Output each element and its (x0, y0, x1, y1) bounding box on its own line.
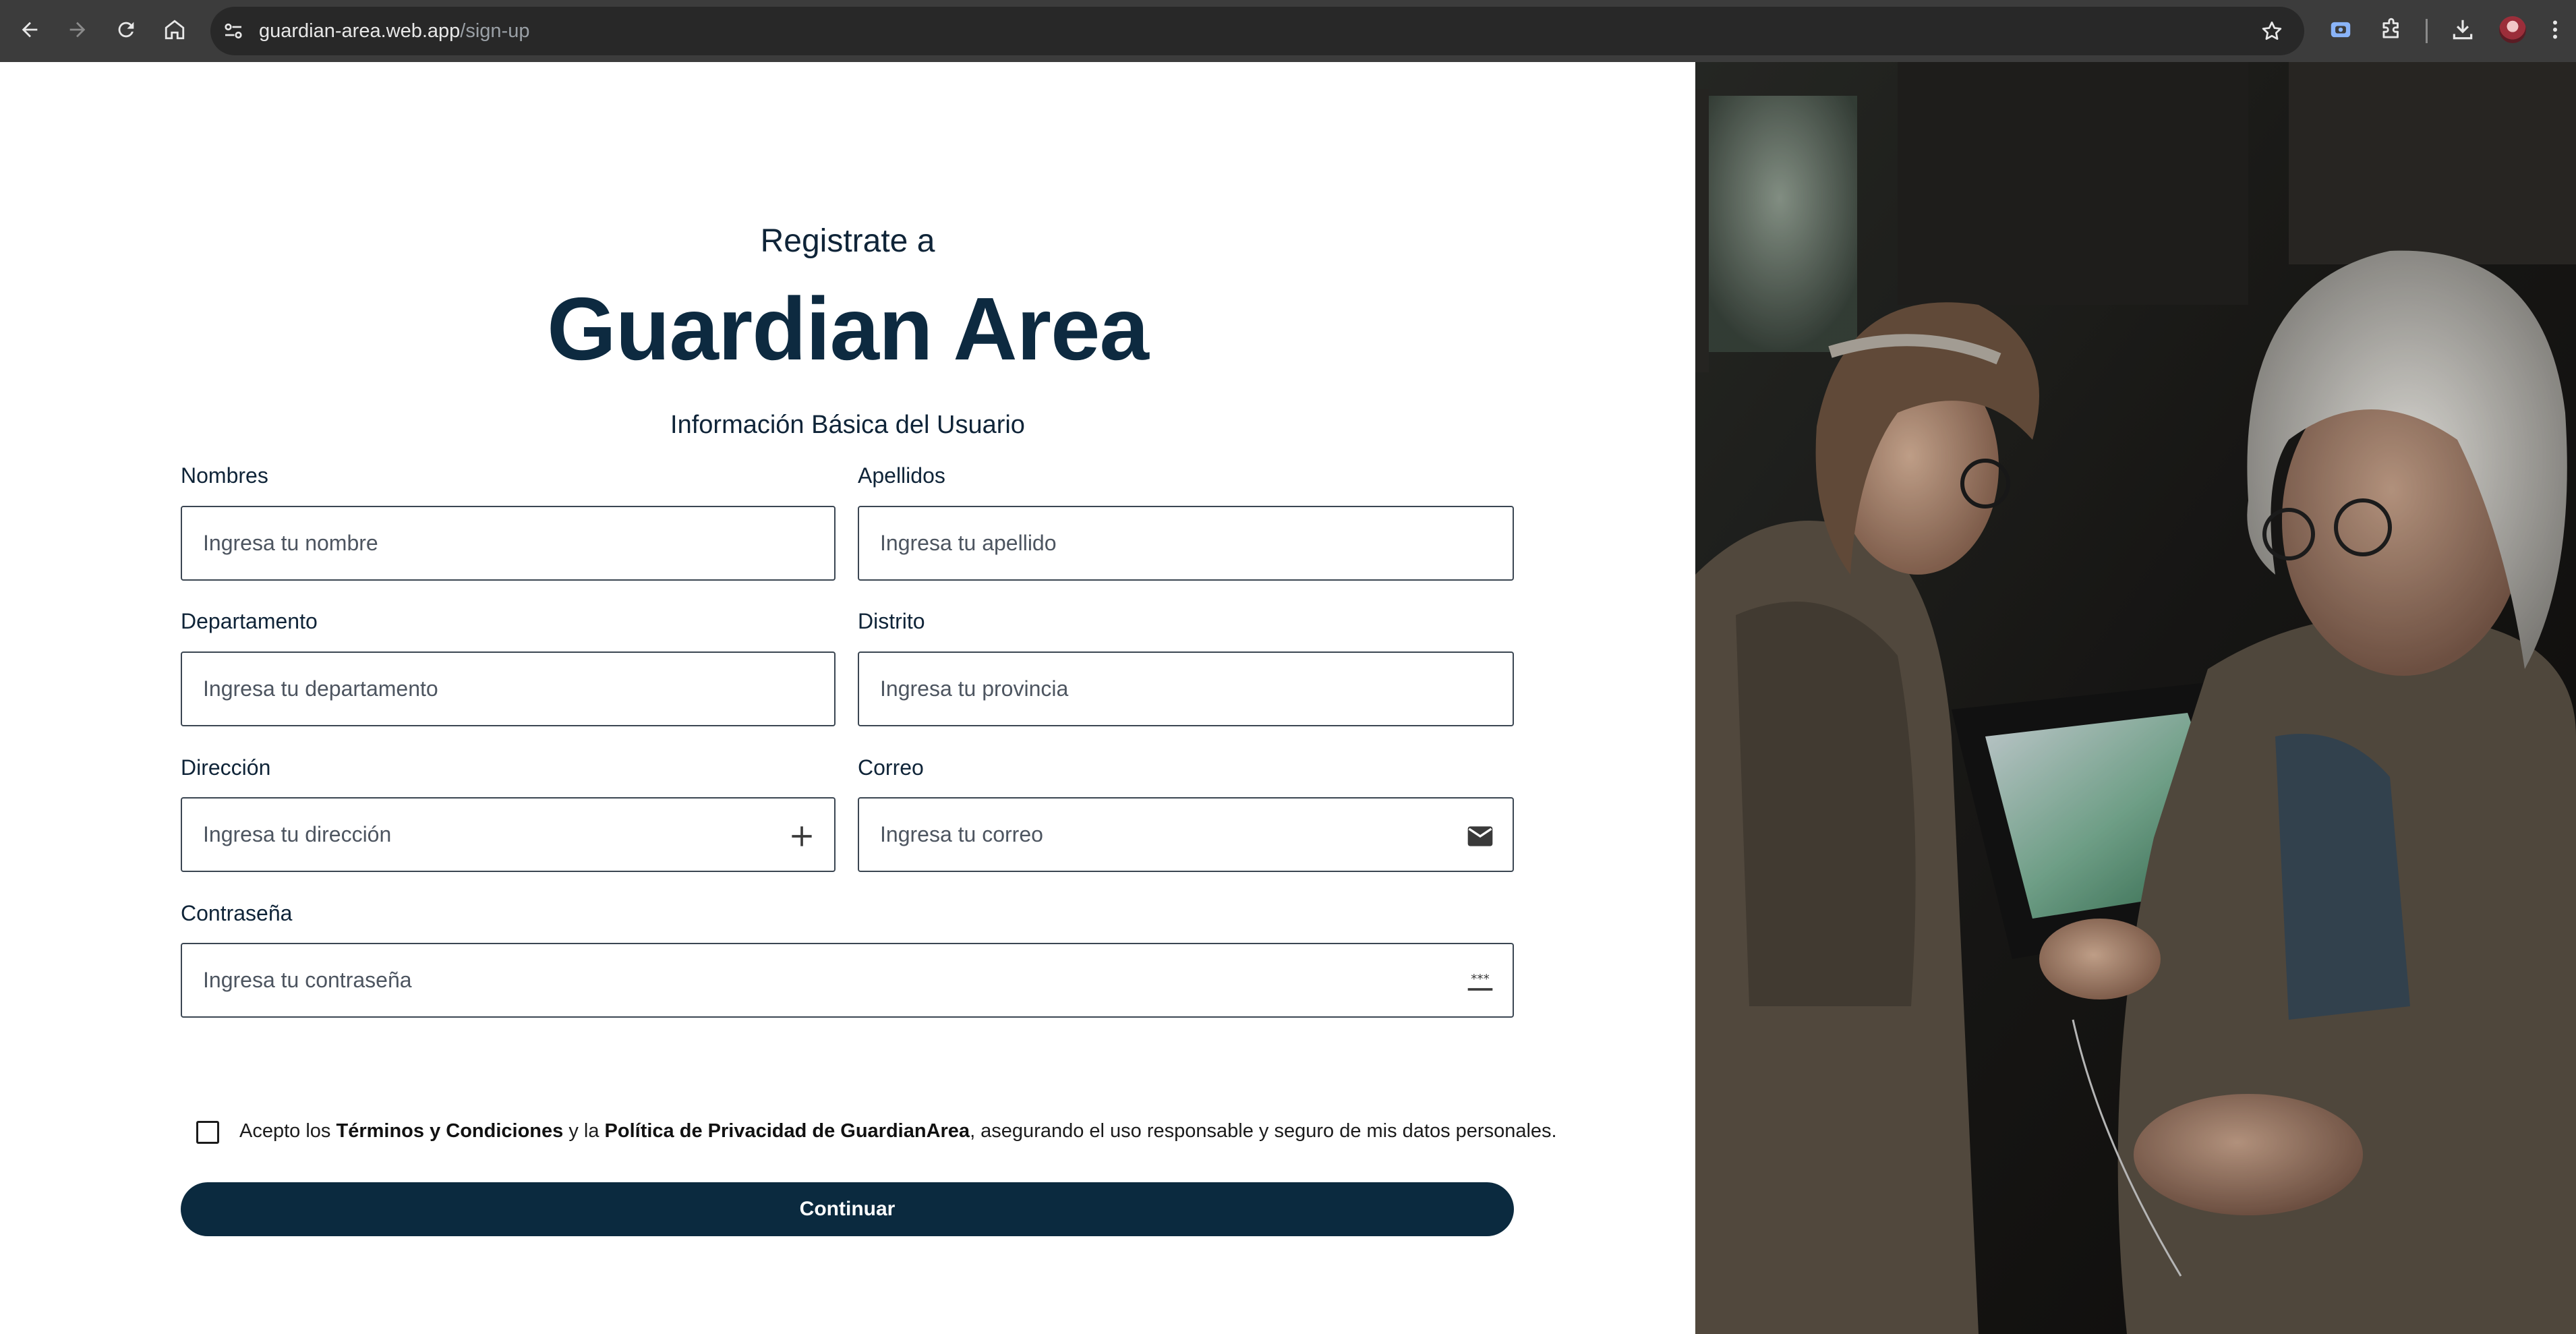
continue-button[interactable]: Continuar (181, 1182, 1514, 1236)
distrito-label: Distrito (858, 609, 925, 633)
password-dots-icon[interactable]: *** (1465, 967, 1495, 997)
distrito-field (858, 651, 1514, 726)
bookmark-star-icon[interactable] (2260, 19, 2284, 43)
nombres-input[interactable] (182, 507, 834, 579)
back-icon[interactable] (9, 9, 50, 50)
hero-photo (1695, 62, 2576, 1334)
nombres-label: Nombres (181, 463, 268, 488)
page-subtitle: Registrate a (760, 223, 935, 259)
forward-icon[interactable] (57, 9, 98, 50)
toolbar-divider (2426, 19, 2428, 43)
terms-middle: y la (563, 1120, 605, 1142)
terms-suffix: , asegurando el uso responsable y seguro… (970, 1120, 1557, 1142)
browser-toolbar: guardian-area.web.app/sign-up (0, 0, 2576, 62)
screen-capture-extension-icon[interactable] (2326, 15, 2355, 45)
profile-avatar[interactable] (2499, 16, 2526, 43)
departamento-field (181, 651, 836, 726)
direccion-input[interactable] (182, 799, 834, 871)
distrito-input[interactable] (859, 653, 1513, 725)
kebab-menu-icon[interactable] (2545, 15, 2565, 45)
extensions-puzzle-icon[interactable] (2376, 15, 2406, 45)
brand-title: Guardian Area (547, 279, 1149, 378)
privacy-link[interactable]: Política de Privacidad de GuardianArea (605, 1120, 970, 1142)
home-icon[interactable] (154, 9, 195, 50)
section-title: Información Básica del Usuario (670, 411, 1025, 439)
contrasena-input[interactable] (182, 944, 1513, 1016)
download-icon[interactable] (2448, 15, 2478, 45)
contrasena-field: *** (181, 943, 1514, 1018)
terms-text: Acepto los Términos y Condiciones y la P… (239, 1120, 1557, 1142)
terms-checkbox[interactable] (196, 1121, 219, 1144)
reload-icon[interactable] (106, 9, 146, 50)
direccion-field (181, 797, 836, 872)
correo-label: Correo (858, 755, 924, 780)
svg-text:***: *** (1471, 973, 1490, 987)
departamento-input[interactable] (182, 653, 834, 725)
signup-panel: Registrate a Guardian Area Información B… (0, 62, 1695, 1334)
apellidos-field (858, 506, 1514, 581)
url-host: guardian-area.web.app (259, 20, 461, 42)
nombres-field (181, 506, 836, 581)
url-text: guardian-area.web.app/sign-up (259, 7, 529, 55)
apellidos-input[interactable] (859, 507, 1513, 579)
departamento-label: Departamento (181, 609, 318, 633)
terms-link[interactable]: Términos y Condiciones (336, 1120, 563, 1142)
direccion-label: Dirección (181, 755, 271, 780)
site-settings-icon[interactable] (221, 19, 245, 43)
terms-prefix: Acepto los (239, 1120, 336, 1142)
correo-field (858, 797, 1514, 872)
correo-input[interactable] (859, 799, 1513, 871)
mail-icon (1465, 821, 1495, 851)
contrasena-label: Contraseña (181, 901, 293, 925)
address-bar[interactable]: guardian-area.web.app/sign-up (210, 7, 2304, 55)
url-path: /sign-up (460, 20, 530, 42)
plus-icon[interactable] (787, 821, 817, 851)
apellidos-label: Apellidos (858, 463, 945, 488)
